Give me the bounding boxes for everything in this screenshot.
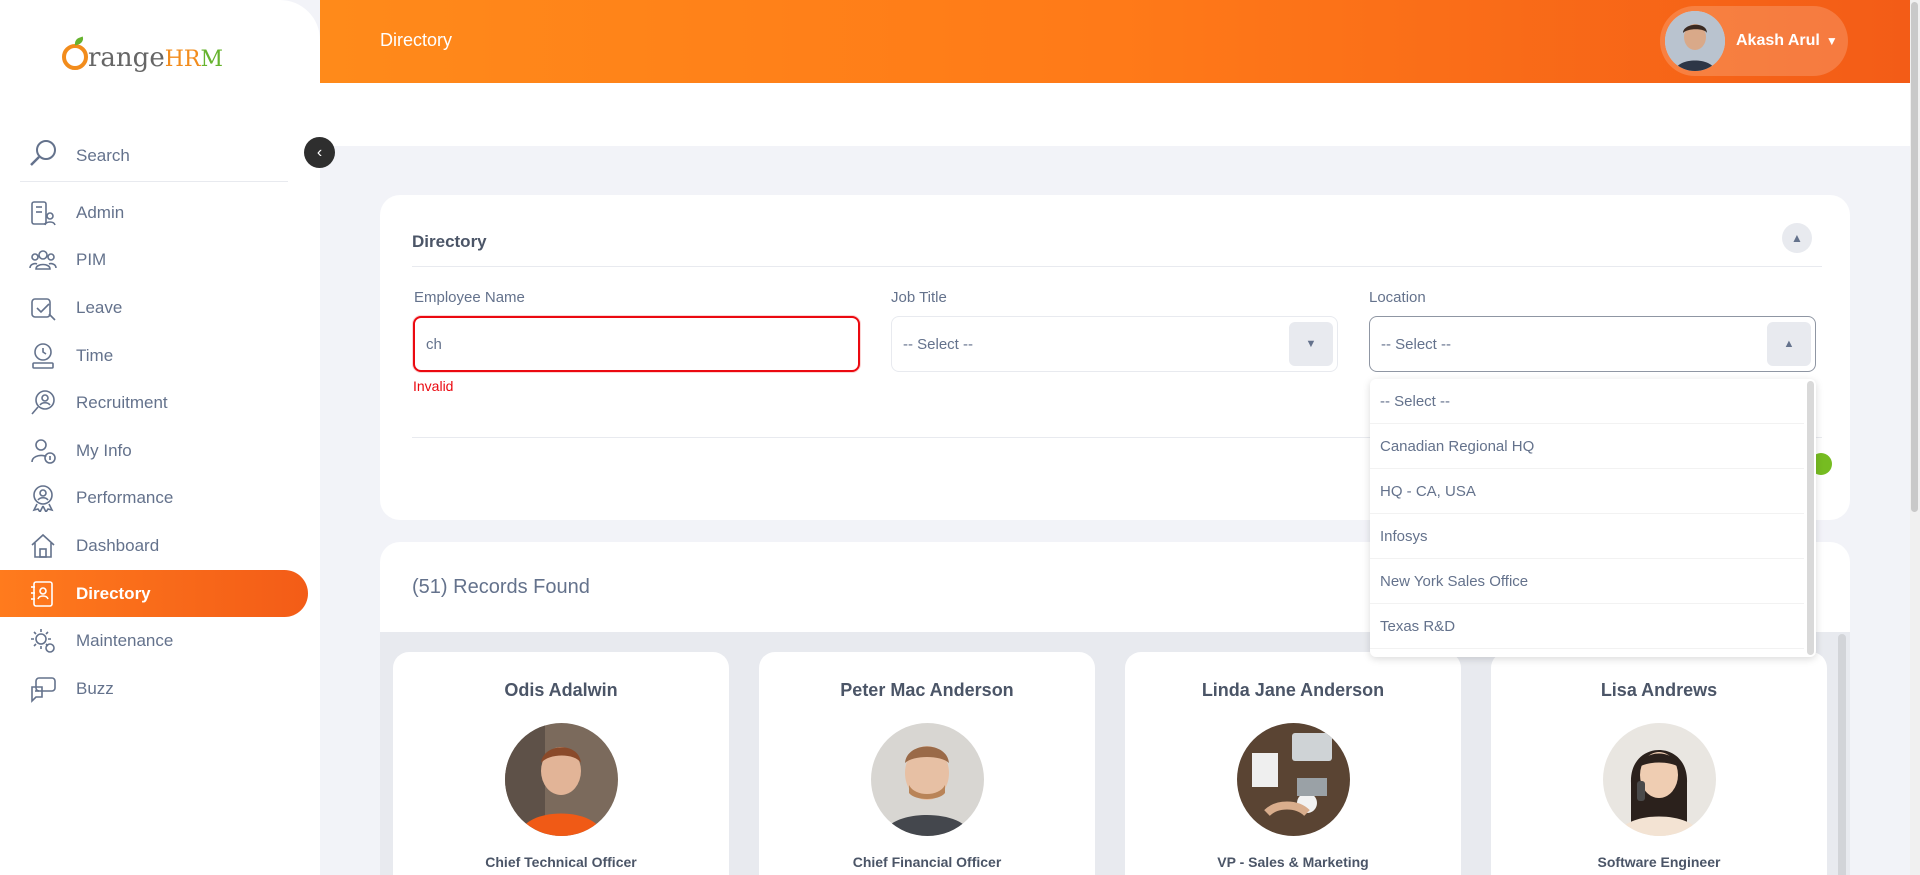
page-title: Directory [380,30,453,50]
recruitment-icon [28,388,58,418]
employee-job-title: Chief Financial Officer [852,854,1002,870]
employee-name-label: Employee Name [414,289,525,306]
employee-card[interactable]: Odis Adalwin Chief Technical Officer [393,652,729,875]
employee-job-title: VP - Sales & Marketing [1217,854,1369,870]
location-dropdown-list: -- Select -- Canadian Regional HQ HQ - C… [1370,379,1816,657]
employee-job-title: Chief Technical Officer [485,854,637,870]
admin-icon [28,198,58,228]
sidebar-item-pim[interactable]: PIM [0,237,320,285]
employee-card[interactable]: Linda Jane Anderson VP - Sales & Marketi… [1125,652,1461,875]
sidebar-item-time[interactable]: Time [0,332,320,380]
sidebar-item-maintenance[interactable]: Maintenance [0,617,320,665]
sidebar-item-leave[interactable]: Leave [0,284,320,332]
employee-photo [870,723,984,836]
caret-down-icon: ▼ [1825,34,1838,48]
employee-name-error: Invalid [413,378,454,394]
employee-name: Linda Jane Anderson [1201,680,1385,700]
time-icon [28,341,58,371]
job-title-select[interactable]: -- Select -- ▼ [891,316,1338,372]
search-icon [28,138,58,173]
sub-header [320,83,1910,146]
page-scrollbar[interactable] [1910,0,1920,875]
my-info-icon [28,436,58,466]
sidebar-item-buzz[interactable]: Buzz [0,665,320,713]
divider [412,266,1822,267]
collapse-filter-button[interactable]: ▲ [1782,223,1812,253]
records-scrollbar[interactable] [1838,634,1846,875]
location-option[interactable]: New York Sales Office [1370,559,1804,604]
employee-photo [1236,723,1350,836]
sidebar-item-dashboard[interactable]: Dashboard [0,522,320,570]
orange-logo-icon [62,44,88,70]
employee-name-input[interactable]: ch [413,316,860,372]
dashboard-icon [28,531,58,561]
user-name: Akash Arul [1736,32,1820,49]
sidebar-collapse-button[interactable]: ‹ [304,137,335,168]
search-label: Search [76,145,130,165]
job-title-label: Job Title [891,289,947,306]
leave-icon [28,293,58,323]
location-option[interactable]: Infosys [1370,514,1804,559]
sidebar-item-admin[interactable]: Admin [0,189,320,237]
employee-card[interactable]: Lisa Andrews Software Engineer [1491,652,1827,875]
location-option[interactable]: HQ - CA, USA [1370,469,1804,514]
sidebar-item-recruitment[interactable]: Recruitment [0,379,320,427]
sidebar-search[interactable]: Search [20,130,288,182]
caret-down-icon: ▼ [1289,322,1333,366]
employee-job-title: Software Engineer [1597,854,1721,870]
location-select[interactable]: -- Select -- ▲ [1369,316,1816,372]
caret-up-icon: ▲ [1767,322,1811,366]
maintenance-icon [28,626,58,656]
location-option[interactable]: -- Select -- [1370,379,1804,424]
performance-icon [28,483,58,513]
chevron-left-icon: ‹ [316,143,323,161]
employee-name: Peter Mac Anderson [840,680,1014,700]
buzz-icon [28,674,58,704]
sidebar-item-my-info[interactable]: My Info [0,427,320,475]
sidebar-item-performance[interactable]: Performance [0,475,320,523]
filter-title: Directory [412,232,487,251]
employee-name: Odis Adalwin [504,680,618,700]
location-option[interactable]: Texas R&D [1370,604,1804,649]
location-option[interactable]: Canadian Regional HQ [1370,424,1804,469]
records-count: (51) Records Found [412,576,590,598]
sidebar: range HRM Search Admin PIM Leave Time Re… [0,0,320,875]
employee-photo [1602,723,1716,836]
avatar [1665,11,1725,71]
main-menu: Admin PIM Leave Time Recruitment My Info… [0,189,320,713]
caret-up-icon: ▲ [1791,231,1803,245]
employee-photo [504,723,618,836]
sidebar-item-directory[interactable]: Directory [0,569,308,618]
top-bar: Directory Akash Arul ▼ [320,0,1910,83]
directory-icon [28,579,58,609]
employee-card[interactable]: Peter Mac Anderson Chief Financial Offic… [759,652,1095,875]
location-label: Location [1369,289,1426,306]
user-dropdown[interactable]: Akash Arul ▼ [1660,6,1848,76]
employee-name: Lisa Andrews [1600,680,1718,700]
dropdown-scrollbar[interactable] [1807,381,1814,655]
pim-icon [28,245,58,275]
orangehrm-logo[interactable]: range HRM [62,40,223,73]
scrollbar-thumb[interactable] [1911,2,1918,512]
